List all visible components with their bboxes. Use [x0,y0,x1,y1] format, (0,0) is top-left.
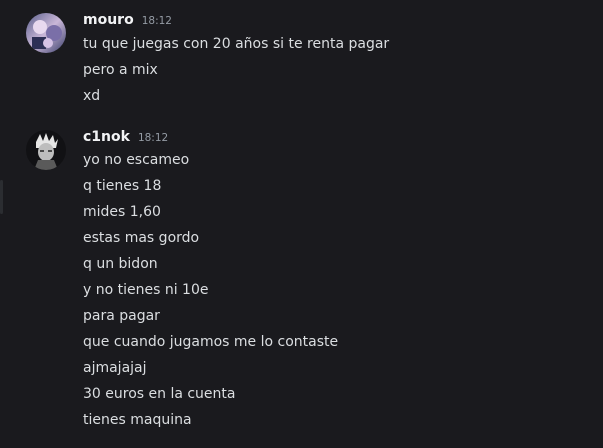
message-text: pero a mix [83,62,158,78]
avatar-mouro[interactable] [26,13,66,53]
message-text: estas mas gordo [83,230,200,246]
message-text: q tienes 18 [83,178,162,194]
message-text: y no tienes ni 10e [83,282,209,298]
message-text: para pagar [83,308,160,324]
username[interactable]: c1nok [83,129,130,145]
timestamp[interactable]: 18:12 [138,132,168,144]
message-text: mides 1,60 [83,204,161,220]
avatar-image [26,130,66,170]
message-text: xd [83,88,101,104]
message-text: ajmajajaj [83,360,147,376]
message-text: yo no escameo [83,152,190,168]
scrollbar-thumb[interactable] [0,180,3,214]
message-text: que cuando jugamos me lo contaste [83,334,339,350]
timestamp[interactable]: 18:12 [142,15,172,27]
message-text: 30 euros en la cuenta [83,386,236,402]
message-text: tu que juegas con 20 años si te renta pa… [83,36,390,52]
avatar-c1nok[interactable] [26,130,66,170]
message-text: q un bidon [83,256,158,272]
avatar-image [26,13,66,53]
username[interactable]: mouro [83,12,134,28]
message-text: tienes maquina [83,412,192,428]
